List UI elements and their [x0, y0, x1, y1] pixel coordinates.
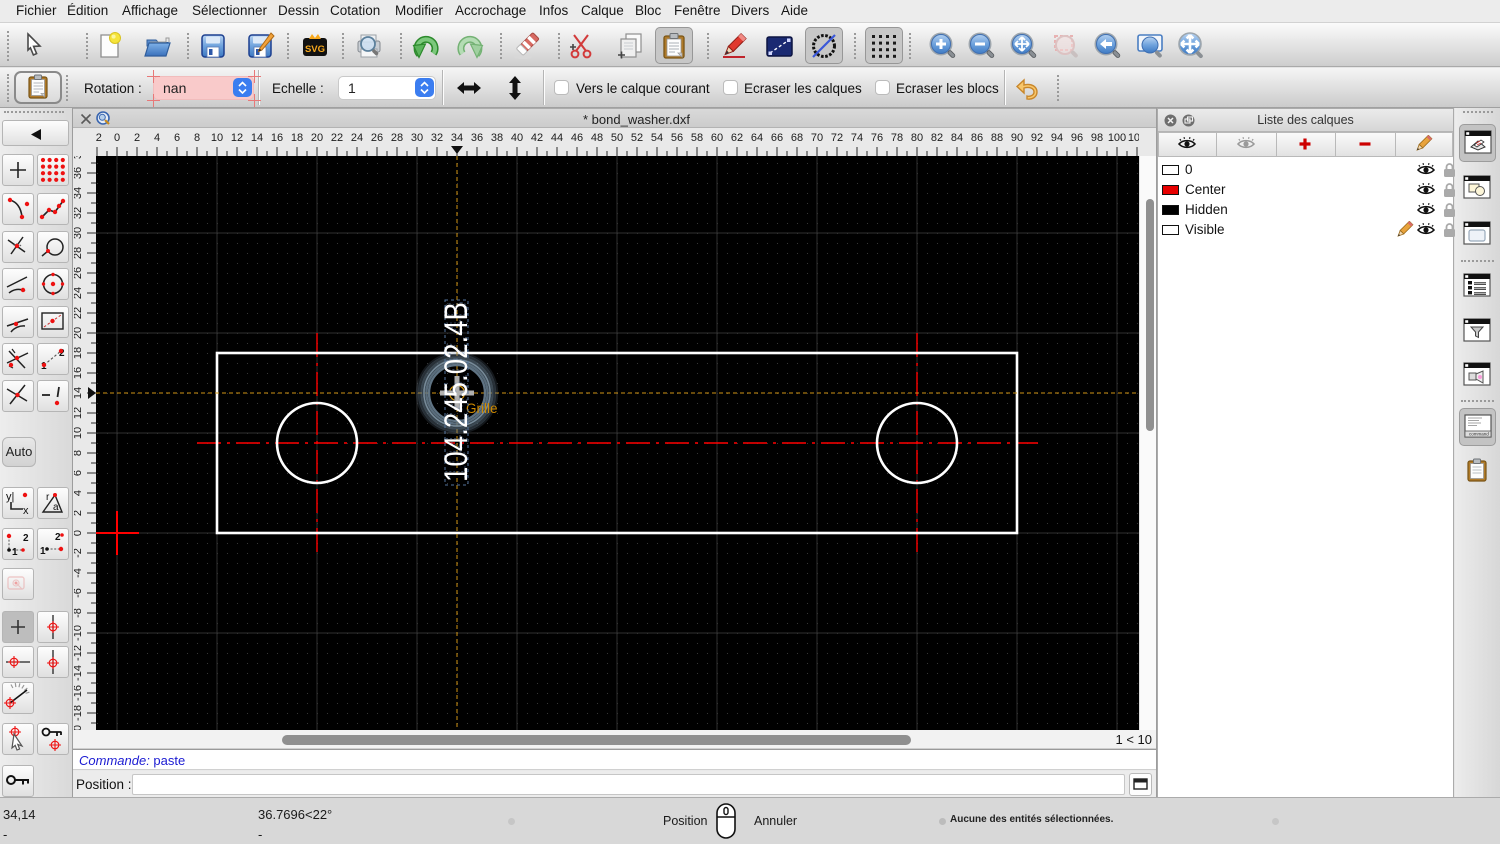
- svg-text:72: 72: [831, 132, 843, 144]
- svg-text:-4: -4: [74, 568, 84, 578]
- svg-text:82: 82: [931, 132, 943, 144]
- svg-text:24: 24: [351, 132, 363, 144]
- svg-text:10: 10: [74, 427, 84, 439]
- svg-text:86: 86: [971, 132, 983, 144]
- svg-text:22: 22: [331, 132, 343, 144]
- svg-text:56: 56: [671, 132, 683, 144]
- svg-text:42: 42: [531, 132, 543, 144]
- svg-text:16: 16: [271, 132, 283, 144]
- svg-text:46: 46: [571, 132, 583, 144]
- svg-text:52: 52: [631, 132, 643, 144]
- svg-text:92: 92: [1031, 132, 1043, 144]
- svg-text:2: 2: [55, 532, 61, 543]
- svg-text:-12: -12: [74, 645, 84, 661]
- svg-text:2: 2: [134, 132, 140, 144]
- svg-text:0: 0: [74, 530, 84, 536]
- svg-text:2: 2: [74, 510, 84, 516]
- svg-text:30: 30: [74, 227, 84, 239]
- svg-text:x: x: [23, 505, 29, 517]
- svg-text:14: 14: [74, 387, 84, 399]
- svg-text:36: 36: [471, 132, 483, 144]
- svg-text:64: 64: [751, 132, 763, 144]
- svg-text:58: 58: [691, 132, 703, 144]
- svg-text:-6: -6: [74, 588, 84, 598]
- svg-text:8: 8: [74, 450, 84, 456]
- svg-text:10: 10: [211, 132, 223, 144]
- svg-text:12: 12: [231, 132, 243, 144]
- svg-text:34: 34: [451, 132, 463, 144]
- svg-text:26: 26: [74, 267, 84, 279]
- svg-text:2: 2: [23, 533, 29, 544]
- svg-text:20: 20: [311, 132, 323, 144]
- svg-text:28: 28: [74, 247, 84, 259]
- svg-text:22: 22: [74, 307, 84, 319]
- svg-text:102: 102: [1128, 132, 1139, 144]
- svg-text:8: 8: [194, 132, 200, 144]
- svg-text:16: 16: [74, 367, 84, 379]
- svg-text:-18: -18: [74, 705, 84, 721]
- svg-text:6: 6: [74, 470, 84, 476]
- svg-text:104.245.02.4B: 104.245.02.4B: [438, 302, 474, 482]
- svg-text:6: 6: [174, 132, 180, 144]
- svg-text:-8: -8: [74, 608, 84, 618]
- svg-text:60: 60: [711, 132, 723, 144]
- svg-text:50: 50: [611, 132, 623, 144]
- svg-text:20: 20: [74, 327, 84, 339]
- svg-text:68: 68: [791, 132, 803, 144]
- svg-text:28: 28: [391, 132, 403, 144]
- svg-text:80: 80: [911, 132, 923, 144]
- svg-text:78: 78: [891, 132, 903, 144]
- svg-text:-14: -14: [74, 665, 84, 681]
- svg-text:88: 88: [991, 132, 1003, 144]
- svg-text:14: 14: [251, 132, 263, 144]
- svg-text:34: 34: [74, 187, 84, 199]
- svg-text:96: 96: [1071, 132, 1083, 144]
- svg-text:0: 0: [114, 132, 120, 144]
- svg-text:4: 4: [154, 132, 160, 144]
- svg-text:84: 84: [951, 132, 963, 144]
- svg-text:4: 4: [74, 490, 84, 496]
- svg-text:-2: -2: [74, 548, 84, 558]
- svg-text:98: 98: [1091, 132, 1103, 144]
- svg-text:30: 30: [411, 132, 423, 144]
- svg-text:38: 38: [74, 156, 84, 159]
- svg-text:48: 48: [591, 132, 603, 144]
- svg-text:1: 1: [12, 547, 18, 558]
- svg-text:54: 54: [651, 132, 663, 144]
- svg-text:26: 26: [371, 132, 383, 144]
- svg-text:1: 1: [40, 546, 46, 557]
- svg-text:66: 66: [771, 132, 783, 144]
- svg-text:32: 32: [431, 132, 443, 144]
- svg-text:94: 94: [1051, 132, 1063, 144]
- svg-text:24: 24: [74, 287, 84, 299]
- svg-text:90: 90: [1011, 132, 1023, 144]
- svg-text:62: 62: [731, 132, 743, 144]
- svg-text:18: 18: [74, 347, 84, 359]
- svg-text:76: 76: [871, 132, 883, 144]
- svg-text:38: 38: [491, 132, 503, 144]
- svg-text:40: 40: [511, 132, 523, 144]
- svg-text:12: 12: [74, 407, 84, 419]
- svg-text:y|: y|: [6, 491, 14, 503]
- svg-text:-16: -16: [74, 685, 84, 701]
- svg-text:32: 32: [74, 207, 84, 219]
- svg-text:18: 18: [291, 132, 303, 144]
- svg-text:44: 44: [551, 132, 563, 144]
- svg-text:-2: -2: [96, 132, 102, 144]
- svg-text:-10: -10: [74, 625, 84, 641]
- svg-text:36: 36: [74, 167, 84, 179]
- svg-text:70: 70: [811, 132, 823, 144]
- svg-text:74: 74: [851, 132, 863, 144]
- svg-text:command: command: [1469, 432, 1489, 437]
- svg-text:SVG: SVG: [305, 44, 325, 55]
- svg-text:r: r: [46, 492, 50, 503]
- svg-text:a: a: [53, 502, 59, 513]
- svg-text:100: 100: [1108, 132, 1126, 144]
